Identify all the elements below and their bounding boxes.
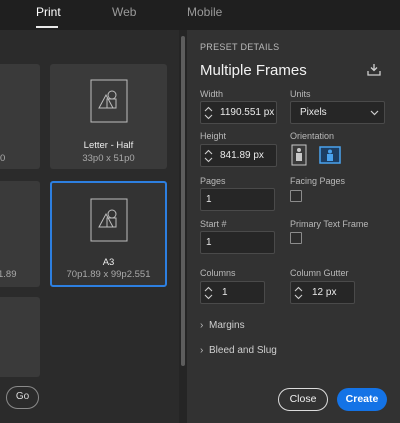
margins-label: Margins bbox=[209, 320, 245, 331]
margins-section-toggle[interactable]: › Margins bbox=[200, 320, 245, 331]
tab-mobile[interactable]: Mobile bbox=[187, 5, 222, 19]
landscape-orientation-icon[interactable] bbox=[319, 146, 341, 164]
units-label: Units bbox=[290, 89, 311, 99]
portrait-orientation-icon[interactable] bbox=[291, 144, 307, 166]
chevron-down-icon bbox=[370, 110, 379, 116]
preset-card[interactable]: 1.89 bbox=[0, 181, 40, 287]
column-gutter-value: 12 px bbox=[312, 287, 337, 298]
stepper-icon[interactable] bbox=[204, 148, 213, 164]
tab-print[interactable]: Print bbox=[36, 5, 61, 19]
stepper-icon[interactable] bbox=[204, 105, 213, 121]
stepper-icon[interactable] bbox=[204, 285, 213, 301]
column-gutter-label: Column Gutter bbox=[290, 268, 349, 278]
preset-name: Letter - Half bbox=[83, 140, 134, 151]
start-page-field[interactable]: 1 bbox=[200, 231, 275, 254]
go-button[interactable]: Go bbox=[6, 386, 39, 409]
scrollbar-thumb[interactable] bbox=[181, 36, 185, 366]
save-preset-icon[interactable] bbox=[367, 64, 381, 76]
bleed-slug-label: Bleed and Slug bbox=[209, 345, 277, 356]
document-icon bbox=[90, 79, 128, 123]
preset-title[interactable]: Multiple Frames bbox=[200, 62, 307, 79]
stepper-icon[interactable] bbox=[294, 285, 303, 301]
primary-text-frame-checkbox[interactable] bbox=[290, 232, 302, 244]
width-label: Width bbox=[200, 89, 224, 99]
chevron-right-icon: › bbox=[200, 345, 204, 356]
preset-card[interactable]: 0 bbox=[0, 64, 40, 169]
active-tab-indicator bbox=[36, 26, 58, 28]
width-field[interactable]: 1190.551 px bbox=[200, 101, 277, 124]
preset-card-a3[interactable]: A3 70p1.89 x 99p2.551 bbox=[50, 181, 167, 287]
preset-size: 70p1.89 x 99p2.551 bbox=[66, 269, 151, 280]
height-field[interactable]: 841.89 px bbox=[200, 144, 277, 167]
preset-size: 33p0 x 51p0 bbox=[82, 153, 135, 164]
preset-grid: 0 Letter - Half 33p0 x 51p0 1.89 A3 70p1… bbox=[0, 30, 179, 423]
columns-field[interactable]: 1 bbox=[200, 281, 265, 304]
close-button[interactable]: Close bbox=[278, 388, 328, 411]
units-value: Pixels bbox=[300, 107, 327, 118]
column-gutter-field[interactable]: 12 px bbox=[290, 281, 355, 304]
columns-label: Columns bbox=[200, 268, 236, 278]
height-label: Height bbox=[200, 131, 227, 141]
preset-details-panel: PRESET DETAILS Multiple Frames Width 119… bbox=[187, 30, 400, 423]
height-value: 841.89 px bbox=[220, 150, 264, 161]
preset-size: 1.89 bbox=[0, 269, 17, 280]
pages-value: 1 bbox=[206, 194, 212, 205]
create-button[interactable]: Create bbox=[337, 388, 387, 411]
facing-pages-checkbox[interactable] bbox=[290, 190, 302, 202]
document-icon bbox=[90, 198, 128, 242]
primary-text-frame-label: Primary Text Frame bbox=[290, 219, 369, 229]
tab-bar: Print Web Mobile bbox=[0, 0, 400, 30]
width-value: 1190.551 px bbox=[220, 107, 275, 118]
preset-size: 0 bbox=[0, 153, 6, 164]
bleed-slug-section-toggle[interactable]: › Bleed and Slug bbox=[200, 345, 277, 356]
chevron-right-icon: › bbox=[200, 320, 204, 331]
section-label: PRESET DETAILS bbox=[200, 42, 280, 52]
orientation-label: Orientation bbox=[290, 131, 335, 141]
preset-card[interactable] bbox=[0, 297, 40, 377]
start-label: Start # bbox=[200, 219, 227, 229]
pages-field[interactable]: 1 bbox=[200, 188, 275, 211]
tab-web[interactable]: Web bbox=[112, 5, 136, 19]
columns-value: 1 bbox=[222, 287, 228, 298]
start-page-value: 1 bbox=[206, 237, 212, 248]
units-select[interactable]: Pixels bbox=[290, 101, 385, 124]
pages-label: Pages bbox=[200, 176, 226, 186]
preset-name: A3 bbox=[102, 257, 115, 268]
preset-card-letter-half[interactable]: Letter - Half 33p0 x 51p0 bbox=[50, 64, 167, 169]
facing-pages-label: Facing Pages bbox=[290, 176, 346, 186]
